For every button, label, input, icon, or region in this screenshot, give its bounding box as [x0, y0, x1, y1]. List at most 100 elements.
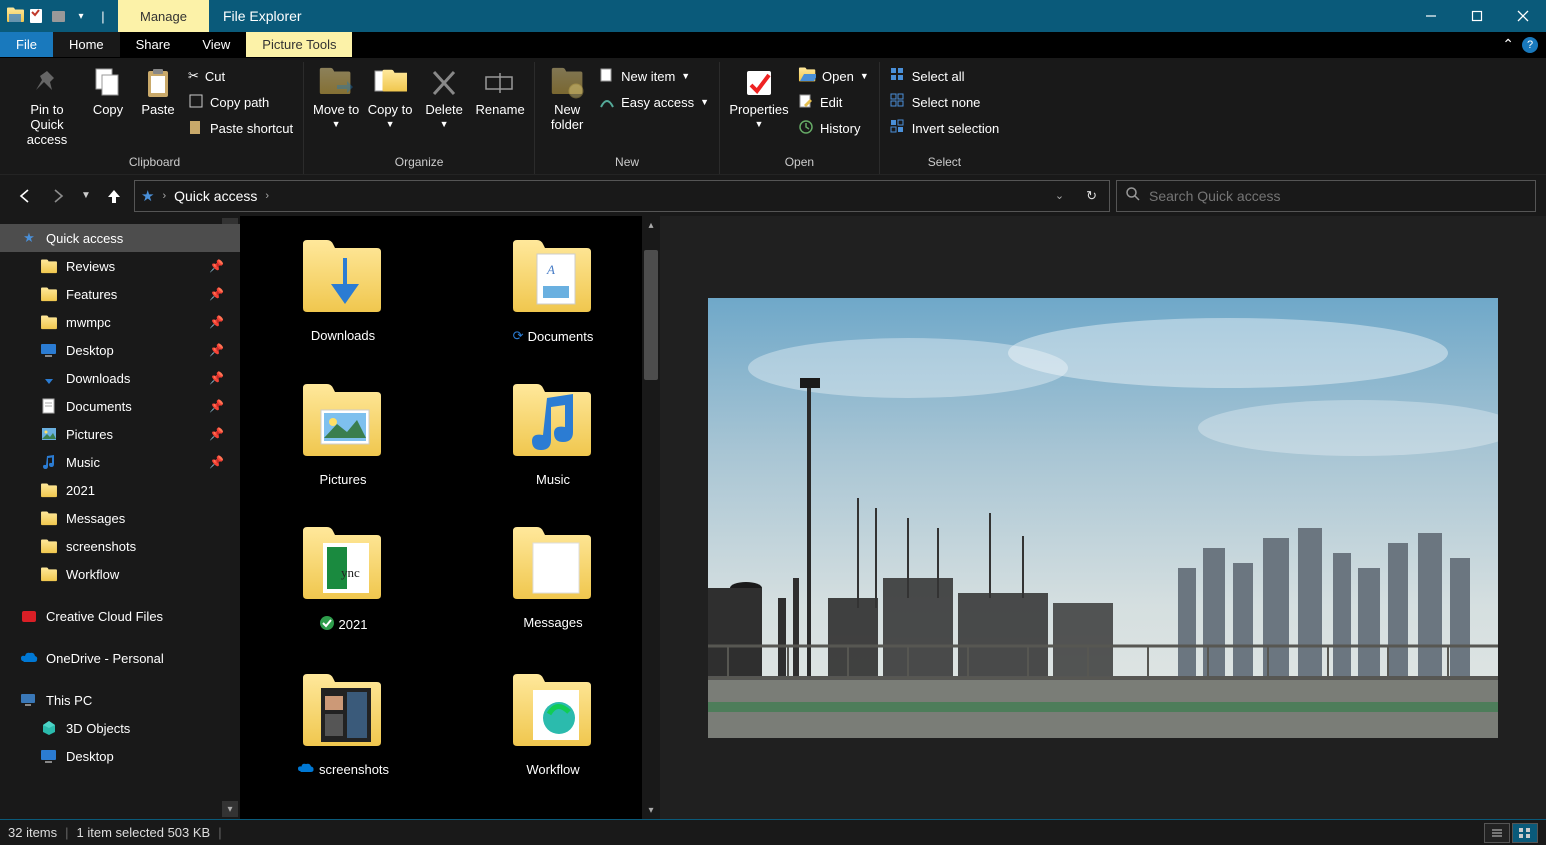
- tree-item[interactable]: Messages: [0, 504, 240, 532]
- file-scrollbar[interactable]: ▴ ▾: [642, 216, 660, 819]
- paste-shortcut-button[interactable]: Paste shortcut: [184, 116, 297, 140]
- view-large-icons-button[interactable]: [1512, 823, 1538, 843]
- tab-picture-tools[interactable]: Picture Tools: [246, 32, 352, 57]
- folder-label: Downloads: [311, 328, 375, 343]
- navigation-pane[interactable]: ▴ ★ Quick access Reviews📌Features📌mwmpc📌…: [0, 216, 240, 819]
- file-list-pane[interactable]: Downloads A⟳Documents Pictures Music ync2021…: [240, 216, 660, 819]
- tree-item[interactable]: Downloads📌: [0, 364, 240, 392]
- recent-locations-button[interactable]: ▼: [78, 182, 94, 210]
- tree-this-pc[interactable]: This PC: [0, 686, 240, 714]
- ribbon-group-clipboard: Pin to Quick access Copy Paste ✂Cut Copy…: [6, 62, 304, 174]
- tab-view[interactable]: View: [186, 32, 246, 57]
- chevron-down-icon: ▼: [681, 71, 690, 81]
- tree-item[interactable]: Features📌: [0, 280, 240, 308]
- breadcrumb-location[interactable]: Quick access: [174, 188, 257, 204]
- delete-button[interactable]: Delete▼: [418, 64, 470, 131]
- refresh-button[interactable]: ↻: [1080, 188, 1103, 204]
- tab-file[interactable]: File: [0, 32, 53, 57]
- titlebar: ▾ | Manage File Explorer: [0, 0, 1546, 32]
- folder-item[interactable]: A⟳Documents: [478, 236, 628, 344]
- tree-item[interactable]: Desktop📌: [0, 336, 240, 364]
- tree-onedrive[interactable]: OneDrive - Personal: [0, 644, 240, 672]
- tab-home[interactable]: Home: [53, 32, 120, 57]
- copy-to-button[interactable]: Copy to▼: [364, 64, 416, 131]
- pin-to-quick-access-button[interactable]: Pin to Quick access: [12, 64, 82, 149]
- folder-icon: [40, 565, 58, 583]
- tree-scroll-down-button[interactable]: ▾: [222, 801, 238, 817]
- quick-access-star-icon: ★: [20, 229, 38, 247]
- chevron-down-icon: ▼: [860, 71, 869, 81]
- minimize-button[interactable]: [1408, 0, 1454, 32]
- quick-access-star-icon: ★: [141, 187, 154, 205]
- rename-button[interactable]: Rename: [472, 64, 528, 119]
- search-input[interactable]: [1149, 188, 1527, 204]
- tree-item[interactable]: Pictures📌: [0, 420, 240, 448]
- up-button[interactable]: [100, 182, 128, 210]
- new-folder-button[interactable]: New folder: [541, 64, 593, 134]
- edit-button[interactable]: Edit: [794, 90, 873, 114]
- forward-button[interactable]: [44, 182, 72, 210]
- tree-item[interactable]: 2021: [0, 476, 240, 504]
- cut-button[interactable]: ✂Cut: [184, 64, 297, 88]
- tree-item[interactable]: 3D Objects: [0, 714, 240, 742]
- tree-item-label: 3D Objects: [66, 721, 130, 736]
- status-selection: 1 item selected 503 KB: [77, 825, 211, 840]
- invert-selection-icon: [890, 119, 906, 138]
- delete-icon: [427, 66, 461, 100]
- qat-properties-icon[interactable]: [28, 7, 46, 25]
- pin-icon: [30, 66, 64, 100]
- help-icon[interactable]: ?: [1522, 37, 1538, 53]
- copy-button[interactable]: Copy: [84, 64, 132, 119]
- close-button[interactable]: [1500, 0, 1546, 32]
- tree-item[interactable]: Workflow: [0, 560, 240, 588]
- folder-item[interactable]: Downloads: [268, 236, 418, 344]
- folder-item[interactable]: Workflow: [478, 670, 628, 777]
- folder-item[interactable]: ync2021: [268, 523, 418, 634]
- tree-item-label: 2021: [66, 483, 95, 498]
- select-all-button[interactable]: Select all: [886, 64, 1003, 88]
- scroll-up-icon[interactable]: ▴: [642, 216, 660, 234]
- ribbon-group-open: Properties▼ Open ▼ Edit History Open: [720, 62, 880, 174]
- new-item-button[interactable]: New item ▼: [595, 64, 713, 88]
- view-details-button[interactable]: [1484, 823, 1510, 843]
- paste-button[interactable]: Paste: [134, 64, 182, 119]
- qat-dropdown-icon[interactable]: ▾: [72, 7, 90, 25]
- ribbon-group-label: Organize: [395, 153, 444, 172]
- open-button[interactable]: Open ▼: [794, 64, 873, 88]
- history-button[interactable]: History: [794, 116, 873, 140]
- folder-item[interactable]: screenshots: [268, 670, 418, 777]
- scroll-down-icon[interactable]: ▾: [642, 801, 660, 819]
- address-dropdown-icon[interactable]: ⌄: [1047, 189, 1072, 202]
- folder-item[interactable]: Music: [478, 380, 628, 487]
- maximize-button[interactable]: [1454, 0, 1500, 32]
- easy-access-button[interactable]: Easy access ▼: [595, 90, 713, 114]
- back-button[interactable]: [10, 182, 38, 210]
- folder-item[interactable]: Pictures: [268, 380, 418, 487]
- tree-item[interactable]: screenshots: [0, 532, 240, 560]
- invert-selection-button[interactable]: Invert selection: [886, 116, 1003, 140]
- easy-access-icon: [599, 93, 615, 112]
- scroll-thumb[interactable]: [644, 250, 658, 380]
- preview-image: [708, 298, 1498, 738]
- select-none-button[interactable]: Select none: [886, 90, 1003, 114]
- collapse-ribbon-icon[interactable]: ⌃: [1502, 36, 1514, 53]
- tree-item[interactable]: Music📌: [0, 448, 240, 476]
- breadcrumb[interactable]: ★ › Quick access › ⌄ ↻: [134, 180, 1110, 212]
- folder-item[interactable]: Messages: [478, 523, 628, 634]
- properties-button[interactable]: Properties▼: [726, 64, 792, 131]
- tree-creative-cloud[interactable]: Creative Cloud Files: [0, 602, 240, 630]
- qat-newfolder-icon[interactable]: [50, 7, 68, 25]
- tree-item[interactable]: Reviews📌: [0, 252, 240, 280]
- copy-path-button[interactable]: Copy path: [184, 90, 297, 114]
- tree-quick-access[interactable]: ★ Quick access: [0, 224, 240, 252]
- folder-label: 2021: [339, 617, 368, 632]
- tree-item[interactable]: Documents📌: [0, 392, 240, 420]
- search-box[interactable]: [1116, 180, 1536, 212]
- context-tab-manage[interactable]: Manage: [118, 0, 209, 32]
- ribbon-group-organize: Move to▼ Copy to▼ Delete▼ Rename Organiz…: [304, 62, 535, 174]
- move-to-button[interactable]: Move to▼: [310, 64, 362, 131]
- pin-icon: 📌: [209, 315, 224, 329]
- tab-share[interactable]: Share: [120, 32, 187, 57]
- tree-item[interactable]: Desktop: [0, 742, 240, 770]
- tree-item[interactable]: mwmpc📌: [0, 308, 240, 336]
